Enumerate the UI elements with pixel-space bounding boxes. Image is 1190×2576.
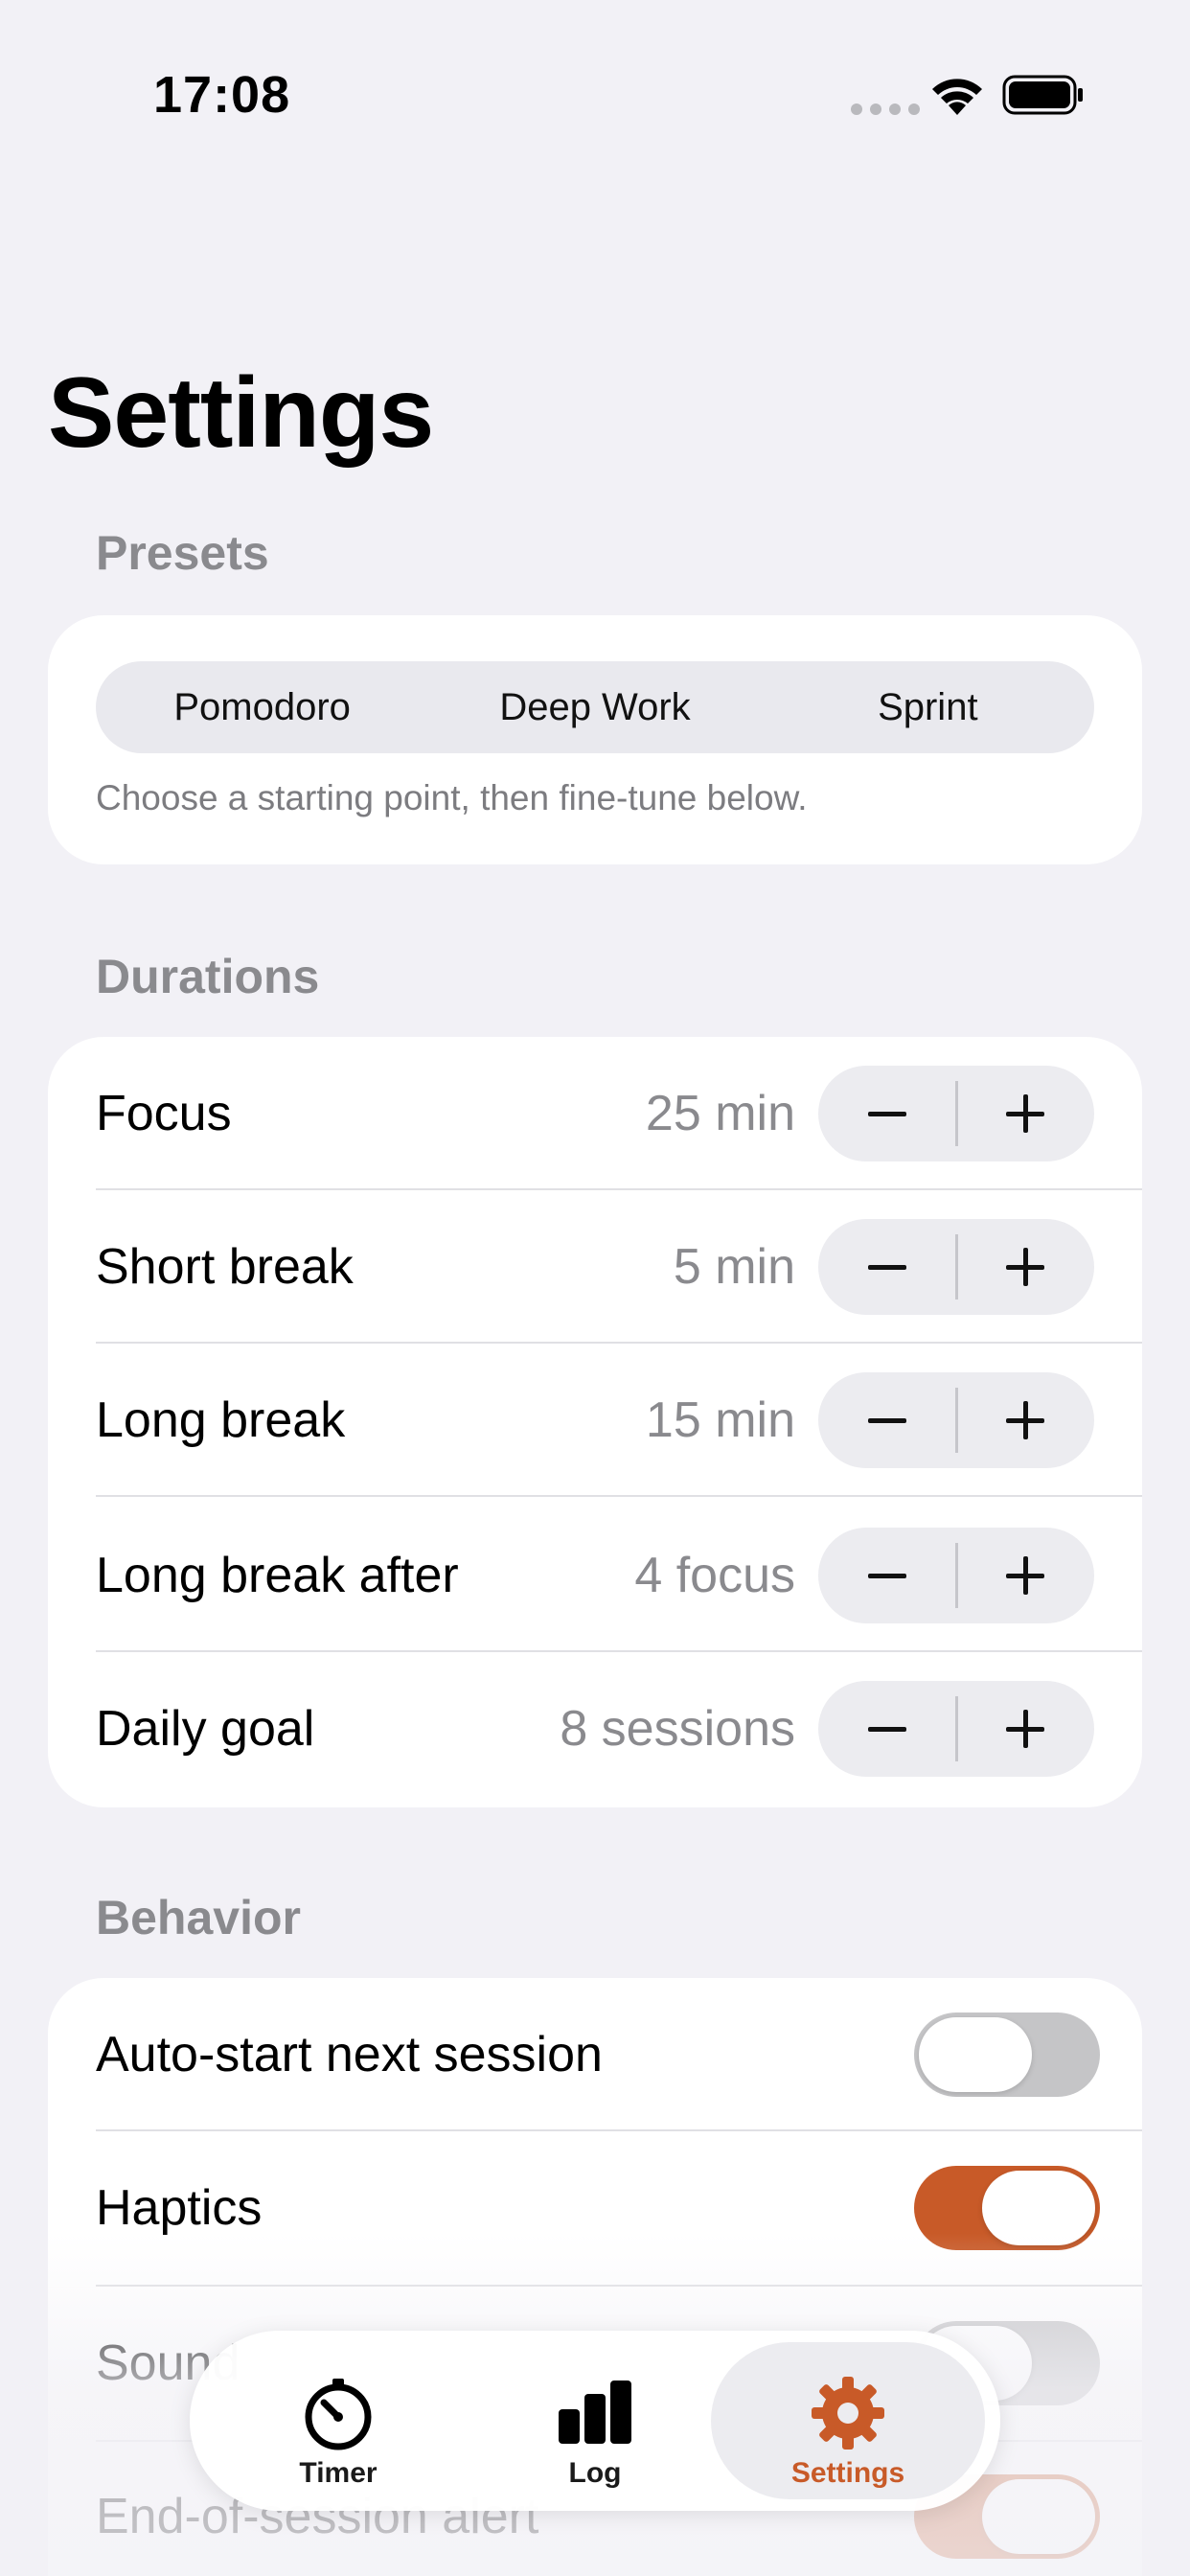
plus-icon [1006,1094,1044,1133]
status-time: 17:08 [153,66,291,124]
preset-segmented-control: Pomodoro Deep Work Sprint [96,661,1094,753]
preset-option-sprint[interactable]: Sprint [762,661,1094,753]
decrement-button[interactable] [818,1681,956,1777]
toggle-knob [982,2171,1095,2245]
row-label: Daily goal [96,1701,315,1757]
tab-bar: Timer Log Settings [190,2331,1000,2511]
increment-button[interactable] [956,1066,1094,1162]
durations-card: Focus 25 min Short break 5 min Long brea… [48,1037,1142,1807]
behavior-row-auto-start: Auto-start next session [48,1978,1142,2131]
increment-button[interactable] [956,1372,1094,1468]
plus-icon [1006,1248,1044,1286]
battery-icon [1002,75,1083,115]
row-value: 8 sessions [560,1701,795,1757]
duration-row-long-break: Long break 15 min [48,1344,1142,1497]
minus-icon [868,1264,906,1270]
preset-option-deep-work[interactable]: Deep Work [428,661,761,753]
tab-label: Log [568,2457,622,2489]
decrement-button[interactable] [818,1219,956,1315]
plus-icon [1006,1401,1044,1439]
decrement-button[interactable] [818,1528,956,1623]
long-break-stepper [818,1372,1094,1468]
row-label: Long break after [96,1548,459,1603]
auto-start-toggle[interactable] [914,2012,1100,2097]
decrement-button[interactable] [818,1066,956,1162]
tab-timer[interactable]: Timer [211,2342,466,2499]
row-label: Auto-start next session [96,2027,603,2082]
increment-button[interactable] [956,1219,1094,1315]
durations-header: Durations [96,950,320,1003]
focus-stepper [818,1066,1094,1162]
row-label: Short break [96,1239,354,1295]
row-value: 25 min [645,1086,795,1141]
duration-row-short-break: Short break 5 min [48,1190,1142,1344]
presets-header: Presets [96,526,269,580]
tab-label: Timer [299,2457,378,2489]
duration-row-daily-goal: Daily goal 8 sessions [48,1652,1142,1806]
preset-option-pomodoro[interactable]: Pomodoro [96,661,428,753]
bar-chart-icon [559,2380,631,2444]
row-label: Focus [96,1086,232,1141]
page-title: Settings [48,357,434,469]
row-label: Long break [96,1392,346,1448]
row-value: 4 focus [634,1548,795,1603]
row-divider [96,1495,1142,1497]
tab-settings[interactable]: Settings [711,2342,985,2499]
gear-icon [812,2377,884,2450]
short-break-stepper [818,1219,1094,1315]
behavior-row-haptics: Haptics [48,2131,1142,2285]
timer-icon [305,2379,372,2450]
cellular-signal-icon [851,104,920,115]
minus-icon [868,1417,906,1423]
tab-log[interactable]: Log [468,2342,722,2499]
minus-icon [868,1726,906,1732]
plus-icon [1006,1556,1044,1595]
increment-button[interactable] [956,1528,1094,1623]
tab-label: Settings [790,2457,905,2489]
duration-row-long-break-after: Long break after 4 focus [48,1499,1142,1652]
row-label: Haptics [96,2180,263,2236]
toggle-knob [919,2017,1032,2092]
behavior-header: Behavior [96,1891,301,1944]
row-value: 5 min [673,1239,795,1295]
settings-screen: 17:08 Settings Presets Pomodoro Deep Wor… [0,0,1190,2576]
daily-goal-stepper [818,1681,1094,1777]
wifi-icon [932,79,982,115]
plus-icon [1006,1710,1044,1748]
minus-icon [868,1111,906,1116]
decrement-button[interactable] [818,1372,956,1468]
increment-button[interactable] [956,1681,1094,1777]
duration-row-focus: Focus 25 min [48,1037,1142,1190]
preset-helper-text: Choose a starting point, then fine-tune … [96,778,808,817]
row-value: 15 min [645,1392,795,1448]
haptics-toggle[interactable] [914,2166,1100,2250]
minus-icon [868,1573,906,1578]
long-break-after-stepper [818,1528,1094,1623]
toggle-knob [982,2479,1095,2554]
presets-card: Pomodoro Deep Work Sprint Choose a start… [48,615,1142,864]
